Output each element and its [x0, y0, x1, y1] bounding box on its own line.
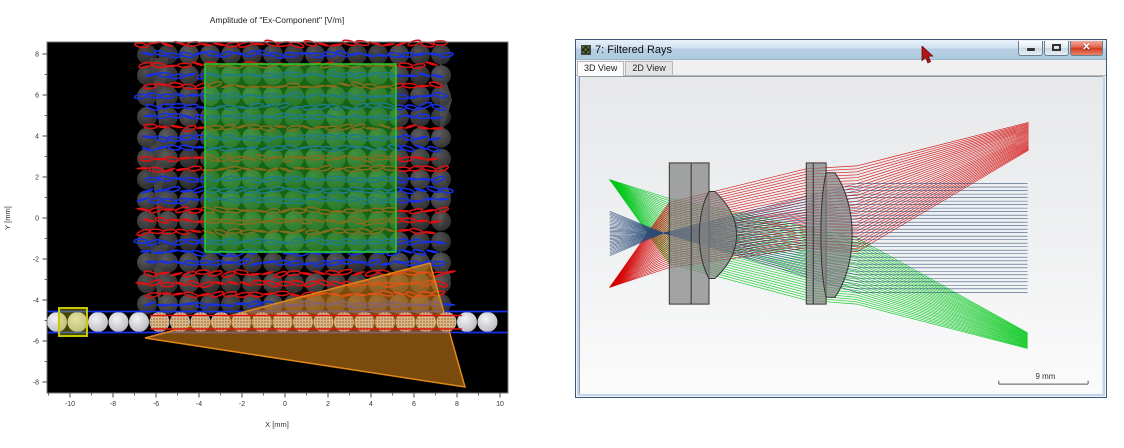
filtered-rays-window: 7: Filtered Rays ✕ 3D View2D View 9 mm	[575, 39, 1107, 398]
tab-2d-view[interactable]: 2D View	[625, 61, 672, 75]
x-axis-label: X [mm]	[265, 420, 289, 429]
svg-text:2: 2	[35, 175, 39, 182]
window-app-icon	[581, 45, 591, 55]
scale-bar-label: 9 mm	[1036, 372, 1056, 381]
field-plot-canvas: Amplitude of "Ex-Component" [V/m] -10 -8 -…	[0, 0, 560, 448]
minimize-icon	[1027, 48, 1035, 51]
scale-bar: 9 mm	[999, 372, 1088, 384]
svg-text:2: 2	[326, 401, 330, 408]
detector-region[interactable]	[205, 64, 396, 252]
svg-text:6: 6	[412, 401, 416, 408]
ray-view-content[interactable]: 9 mm	[579, 76, 1103, 394]
svg-text:-2: -2	[239, 401, 245, 408]
maximize-button[interactable]	[1044, 41, 1069, 56]
view-tabbar: 3D View2D View	[576, 60, 1106, 76]
tab-3d-view[interactable]: 3D View	[577, 61, 624, 76]
svg-text:-4: -4	[196, 401, 202, 408]
svg-text:6: 6	[35, 93, 39, 100]
svg-text:-6: -6	[33, 339, 39, 346]
window-title: 7: Filtered Rays	[595, 41, 1018, 59]
screenshot-root: { "left_plot": { "title": "Amplitude of …	[0, 0, 1124, 448]
y-axis-label: Y [mm]	[3, 206, 12, 230]
svg-text:-6: -6	[153, 401, 159, 408]
minimize-button[interactable]	[1018, 41, 1043, 56]
ray-trace-canvas: 9 mm	[580, 77, 1102, 393]
svg-text:-10: -10	[65, 401, 75, 408]
lens-biconvex-2[interactable]	[821, 173, 852, 297]
maximize-icon	[1052, 44, 1061, 51]
svg-text:0: 0	[283, 401, 287, 408]
svg-text:8: 8	[35, 52, 39, 59]
svg-text:4: 4	[369, 401, 373, 408]
window-titlebar[interactable]: 7: Filtered Rays ✕	[576, 40, 1106, 60]
svg-text:-2: -2	[33, 257, 39, 264]
plot-title: Amplitude of "Ex-Component" [V/m]	[210, 15, 345, 25]
svg-text:0: 0	[35, 216, 39, 223]
svg-text:-4: -4	[33, 298, 39, 305]
field-plot-panel: Amplitude of "Ex-Component" [V/m] -10 -8 -…	[0, 0, 560, 448]
svg-text:8: 8	[455, 401, 459, 408]
close-icon: ✕	[1082, 43, 1090, 53]
svg-text:-8: -8	[110, 401, 116, 408]
svg-text:10: 10	[496, 401, 504, 408]
window-border-frame: 9 mm	[576, 76, 1106, 397]
svg-text:4: 4	[35, 134, 39, 141]
svg-text:-8: -8	[33, 380, 39, 387]
selection-marker[interactable]	[59, 308, 87, 336]
window-controls: ✕	[1018, 41, 1103, 56]
close-button[interactable]: ✕	[1070, 41, 1103, 56]
